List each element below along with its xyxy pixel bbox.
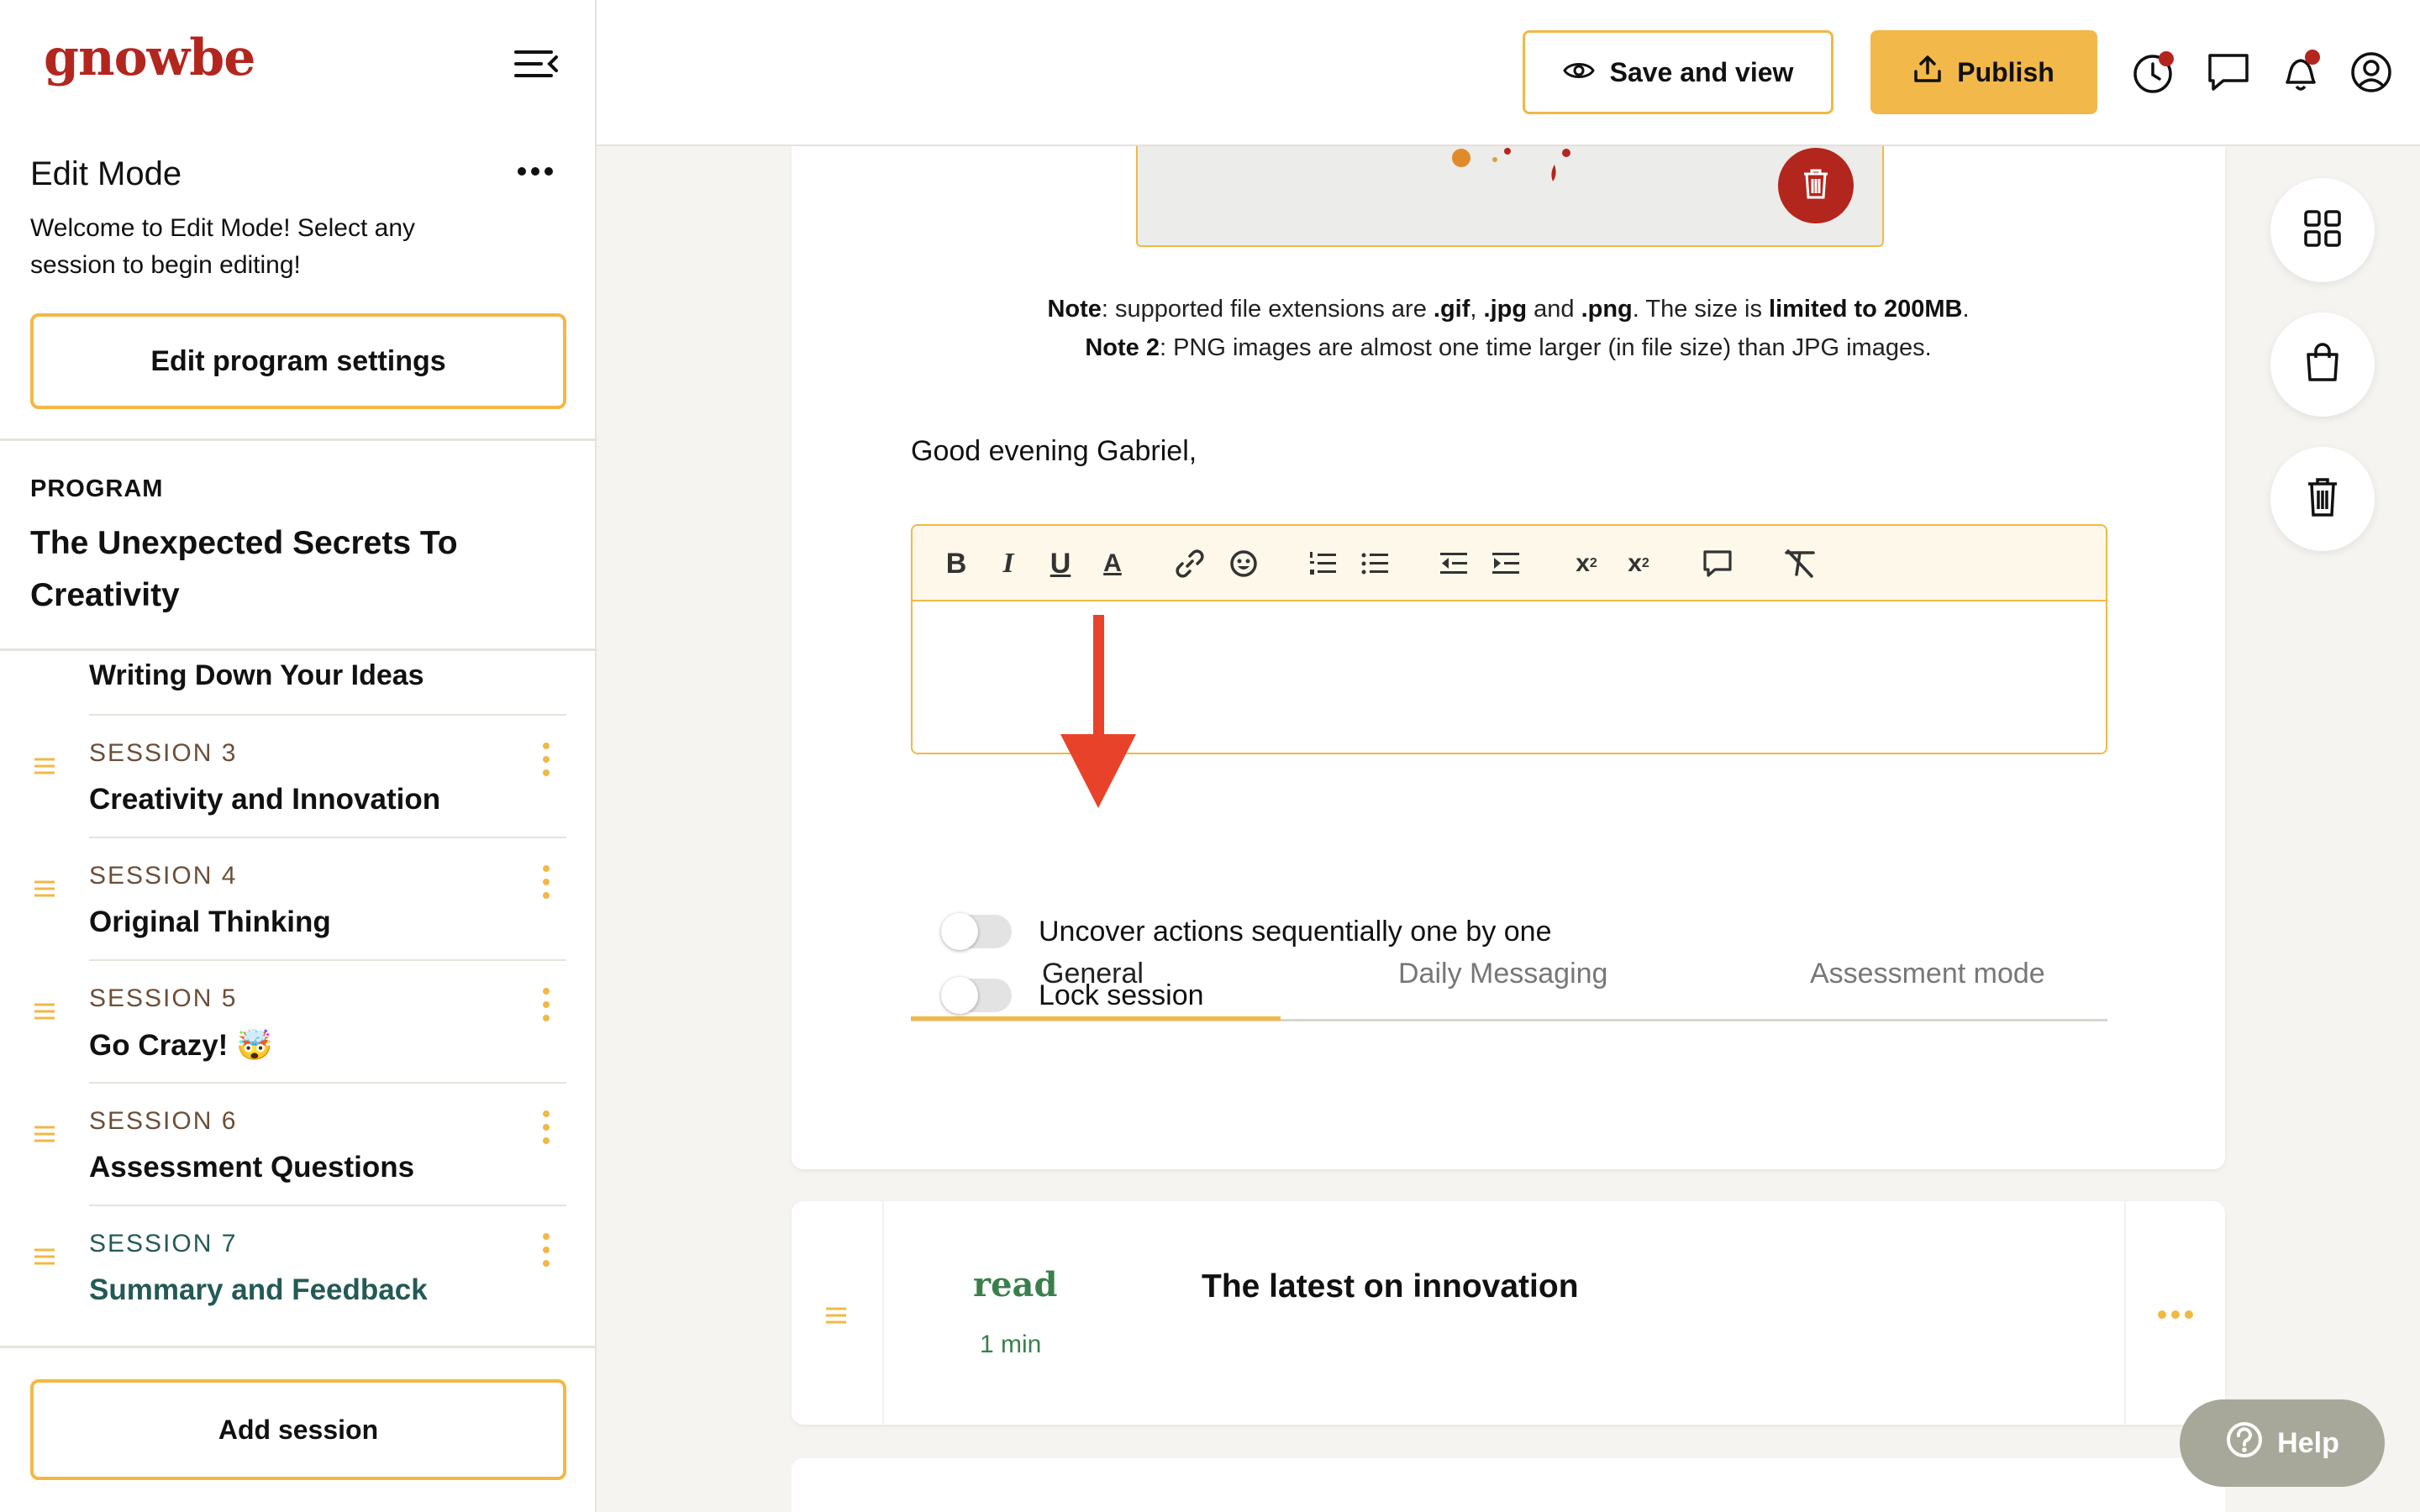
publish-button[interactable]: Publish xyxy=(1870,30,2097,114)
session-name: Creativity and Innovation xyxy=(89,783,441,816)
file-note: Note: supported file extensions are .gif… xyxy=(1047,296,1970,323)
help-button[interactable]: Help xyxy=(2180,1399,2385,1487)
program-title: The Unexpected Secrets To Creativity xyxy=(30,525,458,613)
session-list: Writing Down Your Ideas SESSION 3 Creati… xyxy=(0,651,595,1346)
clear-formatting-icon[interactable] xyxy=(1781,544,1818,583)
italic-icon[interactable]: I xyxy=(993,544,1023,583)
session-number: SESSION 3 xyxy=(89,739,238,767)
toggle-label: Lock session xyxy=(1039,979,1204,1011)
action-card-body xyxy=(882,1201,2126,1425)
bold-icon[interactable]: B xyxy=(941,544,971,583)
toggle-label: Uncover actions sequentially one by one xyxy=(1039,915,1552,948)
session-menu-icon[interactable] xyxy=(538,864,555,900)
drag-handle-icon[interactable] xyxy=(34,1003,55,1020)
publish-label: Publish xyxy=(1957,56,2054,87)
edit-mode-title: Edit Mode xyxy=(30,155,182,192)
session-menu-icon[interactable] xyxy=(538,1109,555,1146)
help-icon xyxy=(2225,1420,2264,1467)
session-editor-card: Note: supported file extensions are .gif… xyxy=(792,146,2225,1169)
session-name: Summary and Feedback xyxy=(89,1273,428,1306)
delete-image-button[interactable] xyxy=(1778,148,1854,223)
active-tab-indicator xyxy=(911,1016,1281,1021)
session-menu-icon[interactable] xyxy=(538,1231,555,1268)
grid-view-button[interactable] xyxy=(2270,178,2375,282)
trash-icon xyxy=(2306,477,2339,522)
drag-handle-icon[interactable] xyxy=(34,758,55,774)
session-menu-icon[interactable] xyxy=(538,986,555,1023)
session-item[interactable]: SESSION 4 Original Thinking xyxy=(0,838,595,961)
drag-handle-icon[interactable] xyxy=(34,1126,55,1142)
lock-session-setting: Lock session xyxy=(941,974,1204,1016)
action-card[interactable]: read 1 min The latest on innovation xyxy=(792,1201,2225,1425)
session-item[interactable]: SESSION 5 Go Crazy! 🤯 xyxy=(0,961,595,1084)
session-item[interactable]: SESSION 6 Assessment Questions xyxy=(0,1084,595,1206)
shopping-bag-icon xyxy=(2304,342,2341,387)
session-name: Assessment Questions xyxy=(89,1151,415,1184)
tab-assessment-mode[interactable]: Assessment mode xyxy=(1810,958,2045,990)
drag-handle-icon[interactable] xyxy=(34,880,55,897)
editor-toolbar: B I U A x2 x2 xyxy=(913,526,2106,601)
drag-handle-icon[interactable] xyxy=(825,1307,847,1324)
trash-icon xyxy=(1802,168,1830,204)
superscript-icon[interactable]: x2 xyxy=(1620,544,1657,583)
shop-button[interactable] xyxy=(2270,312,2375,417)
font-color-icon[interactable]: A xyxy=(1097,544,1128,583)
session-menu-icon[interactable] xyxy=(538,741,555,778)
underline-icon[interactable]: U xyxy=(1045,544,1076,583)
eye-icon xyxy=(1562,57,1595,88)
session-number: SESSION 4 xyxy=(89,862,238,890)
divider xyxy=(0,1346,595,1348)
bullet-list-icon[interactable] xyxy=(1358,544,1392,583)
notifications-bell-icon[interactable] xyxy=(2277,49,2324,96)
session-number: SESSION 7 xyxy=(89,1230,238,1257)
save-and-view-label: Save and view xyxy=(1609,56,1794,87)
action-duration: 1 min xyxy=(980,1331,1042,1358)
edit-program-settings-button[interactable]: Edit program settings xyxy=(30,313,566,409)
cover-image xyxy=(1136,146,1884,247)
action-title: The latest on innovation xyxy=(1202,1268,1579,1305)
sidebar: gnowbe Edit Mode Welcome to Edit Mode! S… xyxy=(0,0,597,1512)
session-name: Go Crazy! 🤯 xyxy=(89,1029,273,1062)
outdent-icon[interactable] xyxy=(1437,544,1470,583)
user-account-icon[interactable] xyxy=(2348,49,2395,96)
indent-icon[interactable] xyxy=(1489,544,1523,583)
grid-icon xyxy=(2302,208,2343,253)
welcome-text: Welcome to Edit Mode! Select any session… xyxy=(30,214,415,279)
ordered-list-icon[interactable] xyxy=(1306,544,1339,583)
session-item[interactable]: SESSION 3 Creativity and Innovation xyxy=(0,716,595,838)
session-name: Original Thinking xyxy=(89,906,331,938)
tab-daily-messaging[interactable]: Daily Messaging xyxy=(1398,958,1607,990)
action-menu-icon[interactable] xyxy=(2154,1302,2196,1327)
collapse-sidebar-icon[interactable] xyxy=(513,47,560,81)
comment-icon[interactable] xyxy=(1701,544,1734,583)
link-icon[interactable] xyxy=(1173,544,1207,583)
gnowbe-logo[interactable]: gnowbe xyxy=(44,29,255,87)
session-name[interactable]: Writing Down Your Ideas xyxy=(89,659,424,692)
add-session-button[interactable]: Add session xyxy=(30,1379,566,1480)
subscript-icon[interactable]: x2 xyxy=(1568,544,1605,583)
program-label: PROGRAM xyxy=(30,475,164,502)
help-label: Help xyxy=(2277,1426,2339,1459)
next-action-card[interactable] xyxy=(792,1458,2225,1512)
uncover-sequential-setting: Uncover actions sequentially one by one xyxy=(941,911,1552,953)
uncover-sequential-toggle[interactable] xyxy=(941,913,1012,950)
session-number: SESSION 5 xyxy=(89,984,238,1012)
greeting-text: Good evening Gabriel, xyxy=(911,435,1197,467)
delete-session-button[interactable] xyxy=(2270,447,2375,551)
lock-session-toggle[interactable] xyxy=(941,977,1012,1014)
more-options-icon[interactable] xyxy=(514,155,556,188)
file-note-2: Note 2: PNG images are almost one time l… xyxy=(1085,334,1932,361)
upload-icon xyxy=(1913,55,1942,90)
history-icon[interactable] xyxy=(2129,49,2176,96)
annotation-arrow xyxy=(1060,615,1136,808)
session-number: SESSION 6 xyxy=(89,1107,238,1135)
session-item-active[interactable]: SESSION 7 Summary and Feedback xyxy=(0,1206,595,1329)
comments-icon[interactable] xyxy=(2205,49,2252,96)
action-type-label: read xyxy=(973,1265,1058,1305)
emoji-icon[interactable] xyxy=(1227,544,1260,583)
drag-handle-icon[interactable] xyxy=(34,1248,55,1265)
save-and-view-button[interactable]: Save and view xyxy=(1523,30,1833,114)
divider xyxy=(0,438,595,441)
